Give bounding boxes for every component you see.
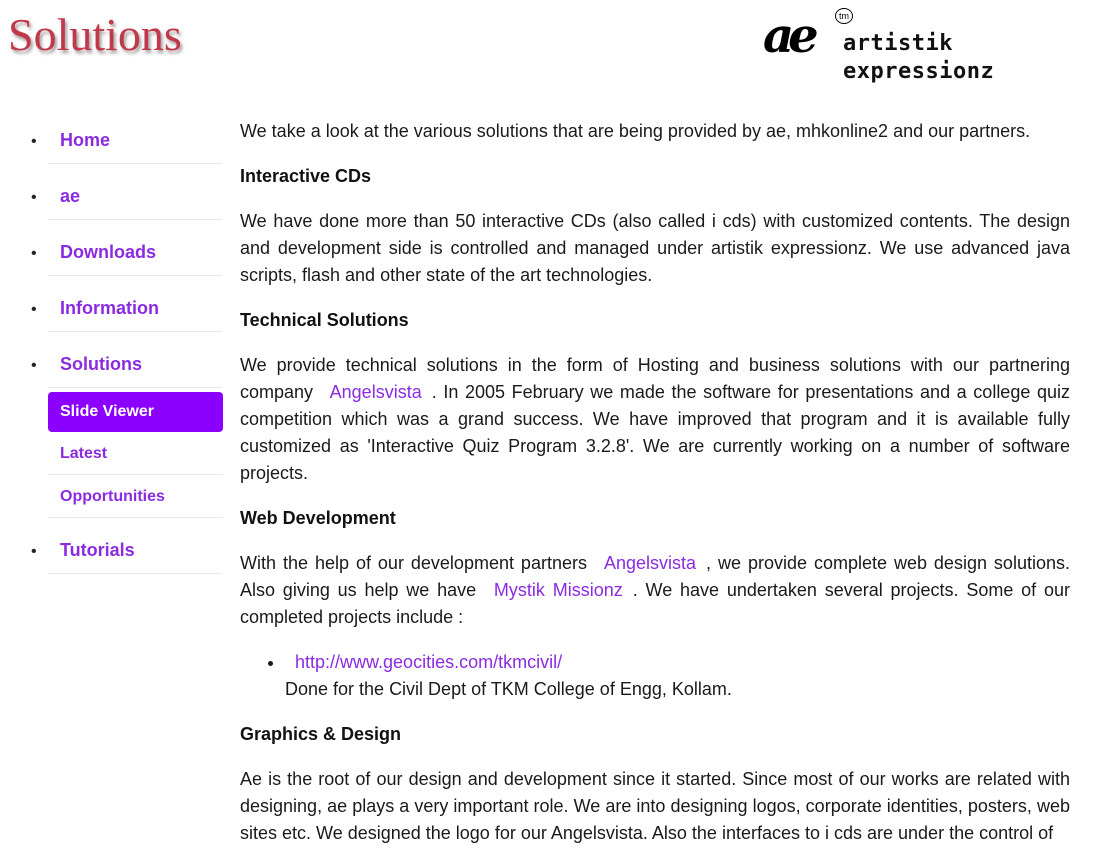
bullet-icon: • (31, 245, 37, 262)
sidebar-item-ae: • ae (30, 174, 226, 230)
project-url-link[interactable]: http://www.geocities.com/tkmcivil/ (285, 652, 562, 672)
cds-paragraph: We have done more than 50 interactive CD… (240, 211, 1070, 285)
list-item: http://www.geocities.com/tkmcivil/ Done … (285, 649, 1070, 703)
graphics-paragraph: Ae is the root of our design and develop… (240, 769, 1070, 843)
project-description: Done for the Civil Dept of TKM College o… (285, 679, 732, 699)
logo-mark: ae (763, 8, 819, 64)
nav-link-solutions[interactable]: Solutions (48, 342, 222, 388)
trademark-badge: tm (835, 8, 853, 24)
web-paragraph: With the help of our development partner… (240, 550, 1070, 631)
technical-paragraph: We provide technical solutions in the fo… (240, 352, 1070, 487)
nav-link-tutorials[interactable]: Tutorials (48, 528, 222, 574)
sidebar-nav: • Home • ae • Downloads • Information • … (30, 118, 226, 584)
bullet-icon: • (31, 301, 37, 318)
solutions-submenu: Slide Viewer Latest Opportunities (48, 392, 223, 518)
bullet-icon: • (31, 133, 37, 150)
submenu-item-opportunities[interactable]: Opportunities (48, 477, 223, 518)
section-heading-web-development: Web Development (240, 508, 396, 528)
section-heading-graphics-design: Graphics & Design (240, 724, 402, 744)
logo-text: artistik expressionz (843, 31, 995, 84)
angelsvista-link[interactable]: Angelsvista (594, 553, 706, 573)
brand-logo[interactable]: ae tm artistik expressionz (763, 8, 1091, 84)
bullet-icon: • (31, 189, 37, 206)
sidebar-item-downloads: • Downloads (30, 230, 226, 286)
page-title: Solutions (8, 9, 182, 60)
sidebar-item-solutions: • Solutions (30, 342, 226, 398)
section-heading-technical-solutions: Technical Solutions (240, 310, 409, 330)
section-heading-interactive-cds: Interactive CDs (240, 166, 372, 186)
submenu-item-latest[interactable]: Latest (48, 434, 223, 475)
nav-link-downloads[interactable]: Downloads (48, 230, 222, 276)
sidebar-item-information: • Information (30, 286, 226, 342)
mystik-missionz-link[interactable]: Mystik Missionz (484, 580, 633, 600)
intro-paragraph: We take a look at the various solutions … (240, 121, 1031, 141)
nav-link-home[interactable]: Home (48, 118, 222, 164)
nav-link-ae[interactable]: ae (48, 174, 222, 220)
submenu-item-slide-viewer[interactable]: Slide Viewer (48, 392, 223, 432)
bullet-icon: • (31, 357, 37, 374)
bullet-icon: • (31, 543, 37, 560)
nav-link-information[interactable]: Information (48, 286, 222, 332)
main-content: We take a look at the various solutions … (240, 118, 1070, 865)
sidebar-item-tutorials: • Tutorials (30, 528, 226, 584)
text-fragment: With the help of our development partner… (240, 553, 587, 573)
angelsvista-link[interactable]: Angelsvista (320, 382, 432, 402)
sidebar-item-home: • Home (30, 118, 226, 174)
project-list: http://www.geocities.com/tkmcivil/ Done … (240, 649, 1070, 703)
